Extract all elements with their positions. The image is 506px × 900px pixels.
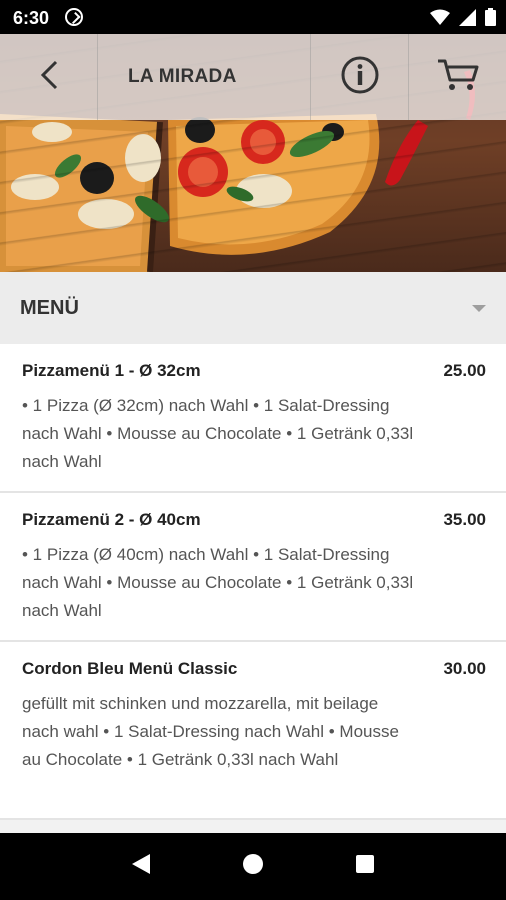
chevron-down-icon: [472, 304, 486, 312]
app-header: LA MIRADA: [0, 34, 506, 120]
menu-item-description: gefüllt mit schinken und mozzarella, mit…: [22, 694, 399, 769]
square-recents-icon: [356, 855, 375, 873]
nav-back-button[interactable]: [131, 853, 151, 880]
nav-home-button[interactable]: [242, 853, 264, 880]
menu-item[interactable]: Pizzamenü 1 - Ø 32cm 25.00 • 1 Pizza (Ø …: [0, 344, 506, 493]
menu-item-price: 35.00: [443, 510, 486, 529]
menu-item-name: Pizzamenü 1 - Ø 32cm: [22, 361, 201, 380]
triangle-back-icon: [131, 854, 150, 874]
menu-item-price: 30.00: [443, 659, 486, 678]
back-button[interactable]: [0, 34, 98, 120]
status-icons: [430, 8, 496, 31]
app-screen: 6:30 LA MIRADA MENÜ Pizzamenü 1 - Ø 32cm…: [0, 0, 506, 900]
menu-item[interactable]: Pizzamenü 2 - Ø 40cm 35.00 • 1 Pizza (Ø …: [0, 493, 506, 642]
cart-icon: [437, 58, 479, 97]
info-button[interactable]: [311, 34, 409, 120]
system-nav-bar: [0, 833, 506, 900]
info-icon: [340, 55, 380, 100]
menu-category-header[interactable]: MENÜ: [0, 272, 506, 344]
menu-item-description: • 1 Pizza (Ø 32cm) nach Wahl • 1 Salat-D…: [22, 396, 414, 471]
signal-icon: [459, 8, 476, 31]
status-time: 6:30: [13, 8, 50, 28]
wifi-icon: [430, 9, 450, 30]
menu-item-description: • 1 Pizza (Ø 40cm) nach Wahl • 1 Salat-D…: [22, 545, 414, 620]
menu-item-price: 25.00: [443, 361, 486, 380]
menu-item-name: Cordon Bleu Menü Classic: [22, 659, 238, 678]
menu-category-title: MENÜ: [20, 296, 79, 319]
restaurant-title: LA MIRADA: [98, 34, 311, 120]
menu-item[interactable]: Cordon Bleu Menü Classic 30.00 gefüllt m…: [0, 642, 506, 820]
chevron-left-icon: [39, 59, 59, 96]
menu-item-list: Pizzamenü 1 - Ø 32cm 25.00 • 1 Pizza (Ø …: [0, 344, 506, 820]
circle-home-icon: [242, 854, 263, 874]
nav-recents-button[interactable]: [355, 854, 375, 879]
cart-button[interactable]: [409, 34, 506, 120]
menu-item-name: Pizzamenü 2 - Ø 40cm: [22, 510, 201, 529]
status-bar: 6:30: [0, 0, 506, 34]
app-notification-icon: [65, 8, 83, 26]
battery-icon: [485, 8, 496, 31]
